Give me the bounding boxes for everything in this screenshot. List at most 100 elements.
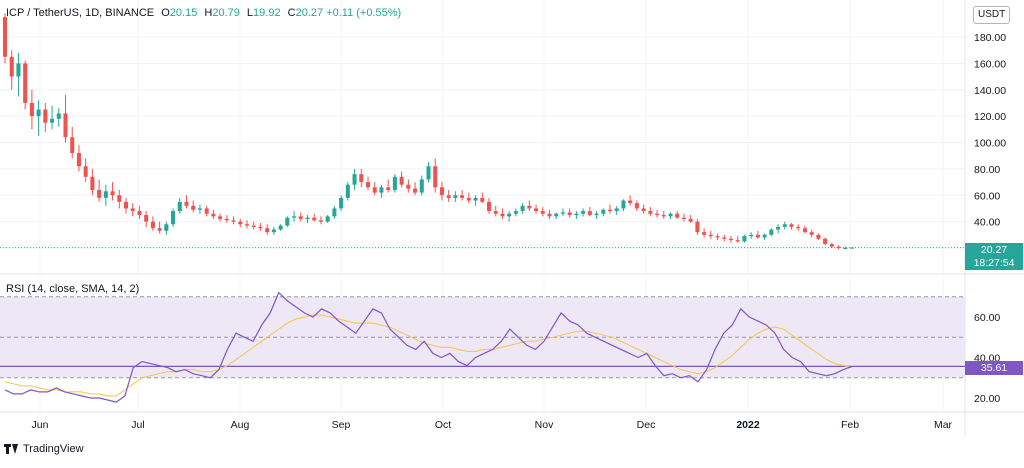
candle-body xyxy=(97,189,102,198)
candle-body xyxy=(211,213,216,217)
candle-body xyxy=(695,221,700,233)
candle-body xyxy=(769,229,774,235)
rsi-title[interactable]: RSI (14, close, SMA, 14, 2) xyxy=(6,283,139,295)
candle-body xyxy=(171,211,176,225)
candle-body xyxy=(587,211,592,216)
candle-body xyxy=(446,195,451,198)
candle-body xyxy=(2,17,8,57)
low-value: 19.92 xyxy=(253,7,281,19)
candle-body xyxy=(560,212,565,214)
candle-body xyxy=(581,211,586,214)
last-price-value: 20.27 xyxy=(980,244,1008,256)
candle-body xyxy=(486,201,492,212)
candle-body xyxy=(365,182,371,188)
candle-body xyxy=(352,174,357,185)
candle-body xyxy=(675,213,680,218)
candle-body xyxy=(681,217,686,219)
candle-body xyxy=(513,211,518,214)
price-tick-label: 60.00 xyxy=(974,190,1000,202)
candle-body xyxy=(23,63,28,103)
candle-body xyxy=(9,56,14,77)
candle-body xyxy=(339,197,344,209)
tradingview-brand[interactable]: TradingView xyxy=(4,443,84,455)
rsi-tick-label: 20.00 xyxy=(974,393,1000,405)
rsi-value-tag: 35.61 xyxy=(965,361,1023,375)
candle-body xyxy=(285,217,290,226)
candle-body xyxy=(29,102,34,117)
candle-body xyxy=(500,213,505,217)
x-tick-label: Aug xyxy=(231,419,250,431)
candle-body xyxy=(715,236,720,238)
price-tick-label: 160.00 xyxy=(974,58,1006,70)
candle-body xyxy=(688,218,693,222)
candle-body xyxy=(823,238,828,245)
candle-body xyxy=(668,213,673,217)
high-value: 20.79 xyxy=(212,7,240,19)
candle-body xyxy=(90,176,95,190)
candle-body xyxy=(204,208,209,214)
price-tick-label: 40.00 xyxy=(974,217,1000,229)
candle-body xyxy=(43,109,48,123)
symbol-title[interactable]: ICP / TetherUS, 1D, BINANCE xyxy=(6,7,154,19)
candle-body xyxy=(439,187,444,196)
candle-body xyxy=(843,248,848,249)
candle-body xyxy=(244,224,250,226)
candle-body xyxy=(433,166,438,188)
candle-body xyxy=(130,208,135,212)
candle-body xyxy=(76,153,81,167)
candle-body xyxy=(648,211,653,214)
candle-body xyxy=(816,234,821,239)
candle-body xyxy=(594,213,599,216)
open-label: O xyxy=(161,7,170,19)
candle-body xyxy=(379,187,384,193)
candle-body xyxy=(607,209,613,212)
candle-body xyxy=(70,137,75,154)
candle-body xyxy=(742,236,747,242)
x-tick-label: Oct xyxy=(435,419,451,431)
candle-body xyxy=(634,203,639,209)
change-value: +0.11 (+0.55%) xyxy=(326,7,402,19)
candle-body xyxy=(271,229,276,233)
candle-body xyxy=(426,166,431,180)
candle-body xyxy=(238,221,243,225)
candle-body xyxy=(137,211,142,216)
open-value: 20.15 xyxy=(169,7,198,19)
candle-body xyxy=(641,208,646,212)
candle-body xyxy=(507,213,512,217)
candle-body xyxy=(829,244,834,247)
candle-body xyxy=(735,240,740,242)
candle-body xyxy=(359,174,364,183)
x-tick-label: Nov xyxy=(535,419,554,431)
candle-body xyxy=(292,216,297,218)
candle-body xyxy=(164,224,169,231)
candle-body xyxy=(547,213,552,217)
candle-body xyxy=(480,197,485,202)
candle-body xyxy=(345,184,350,198)
candle-body xyxy=(312,217,317,221)
x-tick-label: Mar xyxy=(934,419,953,431)
candle-body xyxy=(265,228,270,233)
candle-body xyxy=(527,205,532,209)
close-value: 20.27 xyxy=(295,7,324,19)
chart-area[interactable]: Jun Jul Aug Sep Oct Nov Dec 2022 Feb Mar 20.00 40.0… xyxy=(0,0,1024,463)
currency-badge[interactable]: USDT xyxy=(973,6,1011,24)
candle-body xyxy=(601,209,606,214)
candle-body xyxy=(702,232,707,235)
candle-body xyxy=(332,208,337,217)
candle-body xyxy=(809,232,814,235)
candle-body xyxy=(628,200,633,204)
candle-body xyxy=(103,191,108,198)
candle-body xyxy=(197,208,202,210)
candle-body xyxy=(755,234,760,238)
candle-body xyxy=(372,187,377,193)
candle-body xyxy=(708,234,713,237)
candle-body xyxy=(110,191,115,196)
candle-body xyxy=(157,228,162,231)
candle-body xyxy=(789,224,794,227)
candle-body xyxy=(406,184,411,189)
price-tick-label: 140.00 xyxy=(974,85,1006,97)
candle-body xyxy=(540,211,545,214)
candle-body xyxy=(520,205,525,212)
x-tick-label: Dec xyxy=(637,419,656,431)
price-tick-label: 120.00 xyxy=(974,111,1006,123)
